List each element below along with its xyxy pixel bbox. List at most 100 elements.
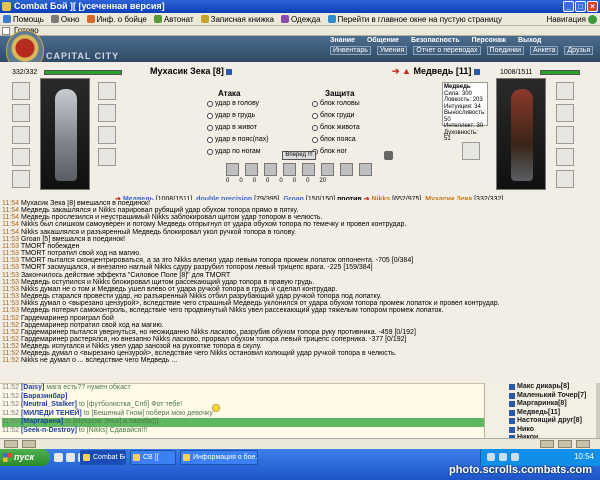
refresh-icon[interactable] — [384, 151, 393, 160]
right-boots-slot[interactable] — [556, 170, 574, 188]
task-battle-info[interactable]: Информация о бое... — [180, 450, 258, 465]
left-gloves-slot[interactable] — [98, 82, 116, 100]
menu-inventory[interactable]: Инвентарь — [330, 46, 371, 55]
attack-groin-radio[interactable]: удар в пояс(пах) — [207, 136, 269, 143]
toolbar-fighter-info[interactable]: Инф. о бойце — [86, 15, 147, 24]
online-user[interactable]: Макс дикарь[8] — [509, 383, 600, 392]
spell-slot[interactable] — [283, 163, 296, 176]
left-armor-slot[interactable] — [12, 148, 30, 166]
right-shield-slot[interactable] — [556, 126, 574, 144]
spell-slot[interactable] — [245, 163, 258, 176]
left-weapon-slot[interactable] — [12, 126, 30, 144]
toolbar-notebook[interactable]: Записная книжка — [200, 15, 274, 24]
quick-launch-icon[interactable] — [54, 453, 63, 462]
block-head-radio[interactable]: блок головы — [312, 100, 360, 107]
menu-exit[interactable]: Выход — [518, 37, 541, 44]
chat-user[interactable]: [Neutral_Stalker] — [21, 401, 77, 408]
menu-fights[interactable]: Поединки — [486, 46, 525, 55]
spell-slot[interactable] — [359, 163, 372, 176]
menu-friends[interactable]: Друзья — [564, 46, 594, 55]
block-legs-radio[interactable]: блок ног — [312, 148, 347, 155]
toolbar-autonat[interactable]: Автонат — [153, 15, 194, 24]
log-entry: 11:54 Nikks закашлялся и разъяренный Мед… — [2, 229, 600, 236]
menu-security[interactable]: Безопасность — [411, 37, 460, 44]
chat-button[interactable] — [22, 440, 36, 448]
block-chest-radio[interactable]: блок груди — [312, 112, 354, 119]
log-time: 11:52 — [2, 350, 19, 358]
left-helmet-slot[interactable] — [12, 82, 30, 100]
task-cb[interactable]: CB ][ — [130, 450, 176, 465]
spell-slot[interactable] — [226, 163, 239, 176]
left-ring-slot[interactable] — [98, 104, 116, 122]
chat-button[interactable] — [576, 440, 590, 448]
right-helmet-slot[interactable] — [556, 82, 574, 100]
attack-head-radio[interactable]: удар в голову — [207, 100, 259, 107]
task-combat[interactable]: Combat Бой ][ — [80, 450, 126, 465]
menu-transfers[interactable]: Отчет о переводах — [413, 46, 481, 55]
left-amulet-slot[interactable] — [12, 104, 30, 122]
chat-time: 11:52 — [2, 426, 19, 434]
user-name: Медведь[11] — [517, 408, 561, 416]
quick-launch-icon[interactable] — [66, 453, 75, 462]
block-belt-radio[interactable]: блок пояса — [312, 136, 356, 143]
chat-button[interactable] — [540, 440, 554, 448]
menu-character[interactable]: Персонаж — [472, 37, 506, 44]
chat-user[interactable]: [Seek-n-Destroy] — [21, 427, 77, 434]
left-shield-slot[interactable] — [98, 126, 116, 144]
right-fighter-portrait[interactable] — [496, 78, 546, 190]
menu-knowledge[interactable]: Знание — [330, 37, 355, 44]
chat-button[interactable] — [558, 440, 572, 448]
clan-flag-icon — [509, 418, 515, 425]
clan-flag-icon — [473, 68, 480, 75]
right-fighter-name[interactable]: ➔ ▲ Медведь [11] — [392, 66, 480, 77]
toolbar-empty-page[interactable]: Перейти в главное окне на пустую страниц… — [327, 15, 502, 24]
left-boots-slot[interactable] — [98, 148, 116, 166]
right-ring-slot[interactable] — [556, 104, 574, 122]
toolbar-window[interactable]: Окно — [50, 15, 80, 24]
spell-slot[interactable] — [302, 163, 315, 176]
info-icon — [86, 15, 95, 23]
chat-button[interactable] — [4, 440, 18, 448]
tray-icon[interactable] — [499, 453, 507, 461]
spell-slot[interactable] — [264, 163, 277, 176]
log-time: 11:53 — [2, 271, 19, 279]
left-fighter-name[interactable]: Мухасик Зека [8] — [150, 66, 233, 76]
chat-user[interactable]: [Маргарина] — [21, 418, 63, 425]
log-text: Nikks думал не о том и Медведь ушел влев… — [20, 285, 338, 293]
tray-icon[interactable] — [511, 453, 519, 461]
online-user[interactable]: Медведь[11] — [509, 409, 600, 418]
menu-chat[interactable]: Общение — [367, 37, 399, 44]
attack-belly-radio[interactable]: удар в живот — [207, 124, 257, 131]
spell-slot[interactable] — [321, 163, 334, 176]
spell-slot[interactable] — [340, 163, 353, 176]
right-weapon-slot[interactable] — [462, 142, 480, 160]
log-time: 11:53 — [2, 250, 19, 258]
minimize-button[interactable]: _ — [563, 1, 574, 12]
chat-user[interactable]: [Daisy] — [21, 384, 44, 391]
right-armor-slot[interactable] — [556, 148, 574, 166]
attack-chest-radio[interactable]: удар в грудь — [207, 112, 255, 119]
start-button[interactable]: пуск — [0, 449, 50, 466]
tray-icon[interactable] — [487, 453, 495, 461]
close-button[interactable]: × — [587, 1, 598, 12]
log-text: TMORT потратил свой ход на магию. — [20, 250, 142, 258]
online-user[interactable]: Настоящий друг[8] — [509, 417, 600, 426]
maximize-button[interactable]: □ — [575, 1, 586, 12]
attack-legs-radio[interactable]: удар по ногам — [207, 148, 261, 155]
toolbar-clothes[interactable]: Одежда — [280, 15, 321, 24]
online-user[interactable]: Маленький Точер[7] — [509, 392, 600, 401]
menu-profile[interactable]: Анкета — [530, 46, 559, 55]
chat-user[interactable]: [Баразинбар] — [21, 393, 67, 400]
left-fighter-portrait[interactable] — [40, 78, 90, 190]
online-user[interactable]: Маргаринка[8] — [509, 400, 600, 409]
users-scrollbar[interactable] — [596, 383, 600, 438]
log-text: TMORT засмущался, и внезапно наглый Nikk… — [20, 264, 373, 272]
navigation[interactable]: Навигация — [546, 14, 600, 24]
toolbar-help[interactable]: Помощь — [3, 15, 44, 24]
forward-button[interactable]: Вперед !!! — [282, 151, 316, 160]
online-user[interactable]: Нико — [509, 426, 600, 435]
menu-skills[interactable]: Умения — [376, 46, 408, 55]
chat-user[interactable]: [МИЛЕДИ ТЕНЕЙ] — [21, 410, 82, 417]
left-belt-slot[interactable] — [12, 170, 30, 188]
block-belly-radio[interactable]: блок живота — [312, 124, 360, 131]
